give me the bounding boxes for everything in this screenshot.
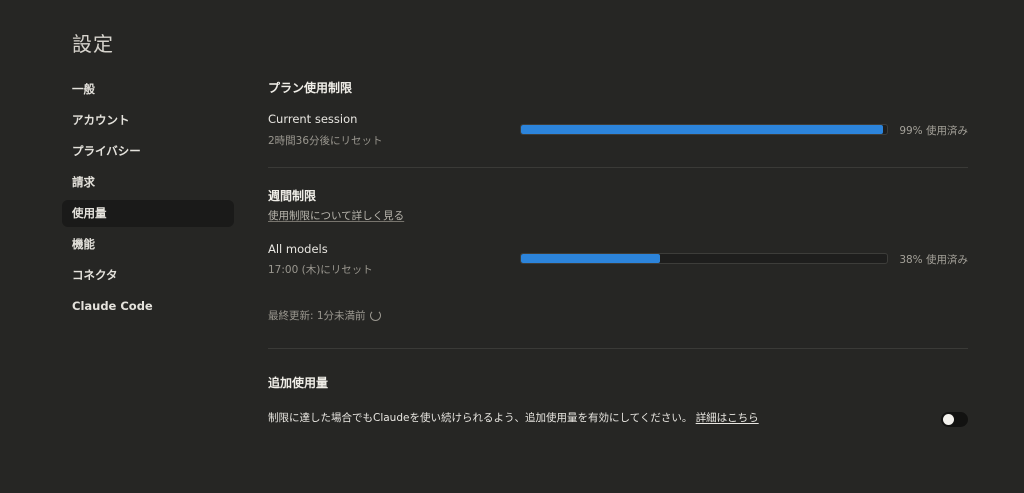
toggle-knob — [943, 414, 954, 425]
current-session-reset: 2時間36分後にリセット — [268, 135, 383, 147]
page-title: 設定 — [72, 32, 114, 56]
all-models-progress-bar — [520, 253, 888, 264]
current-session-label: Current session — [268, 112, 358, 126]
weekly-limits-title: 週間制限 — [268, 189, 317, 203]
plan-limits-title: プラン使用制限 — [268, 81, 353, 95]
divider — [268, 167, 968, 168]
learn-more-link[interactable]: 使用制限について詳しく見る — [268, 208, 404, 223]
sidebar-item-usage[interactable]: 使用量 — [62, 200, 234, 227]
extra-usage-title: 追加使用量 — [268, 376, 329, 390]
extra-usage-description-text: 制限に達した場合でもClaudeを使い続けられるよう、追加使用量を有効にしてくだ… — [268, 412, 693, 424]
details-link[interactable]: 詳細はこちら — [696, 412, 759, 424]
sidebar: 一般 アカウント プライバシー 請求 使用量 機能 コネクタ Claude Co… — [62, 76, 234, 324]
sidebar-item-features[interactable]: 機能 — [62, 231, 234, 258]
all-models-reset: 17:00 (木)にリセット — [268, 264, 373, 276]
sidebar-item-connectors[interactable]: コネクタ — [62, 262, 234, 289]
current-session-progress-fill — [521, 125, 884, 134]
all-models-percent: 38% 使用済み — [899, 254, 968, 266]
sidebar-item-general[interactable]: 一般 — [62, 76, 234, 103]
all-models-progress-fill — [521, 254, 661, 263]
sidebar-item-billing[interactable]: 請求 — [62, 169, 234, 196]
extra-usage-toggle[interactable] — [941, 412, 968, 427]
current-session-progress-bar — [520, 124, 888, 135]
extra-usage-description: 制限に達した場合でもClaudeを使い続けられるよう、追加使用量を有効にしてくだ… — [268, 410, 759, 425]
all-models-label: All models — [268, 242, 328, 256]
refresh-icon[interactable] — [370, 310, 381, 321]
last-updated-text: 最終更新: 1分未満前 — [268, 310, 366, 322]
divider — [268, 348, 968, 349]
settings-page: 設定 一般 アカウント プライバシー 請求 使用量 機能 コネクタ Claude… — [0, 0, 1024, 493]
current-session-percent: 99% 使用済み — [899, 125, 968, 137]
sidebar-item-account[interactable]: アカウント — [62, 107, 234, 134]
sidebar-item-privacy[interactable]: プライバシー — [62, 138, 234, 165]
sidebar-item-claude-code[interactable]: Claude Code — [62, 293, 234, 320]
